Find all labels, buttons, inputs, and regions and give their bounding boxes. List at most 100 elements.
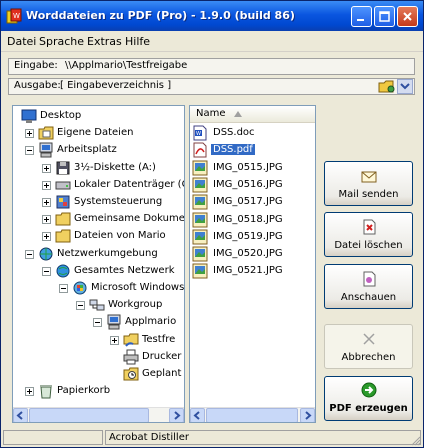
browse-output-folder-icon[interactable]: [378, 78, 396, 95]
column-header-name[interactable]: Name: [196, 108, 226, 119]
file-name: IMG_0516.JPG: [213, 178, 283, 190]
file-scroll-thumb[interactable]: [206, 408, 298, 422]
close-button[interactable]: [397, 6, 418, 27]
tree-item[interactable]: Testfre: [13, 332, 184, 348]
tree-item-label: Applmario: [125, 316, 177, 328]
output-path-value: [ Eingabeverzeichnis ]: [60, 80, 172, 91]
windows-network-icon: [73, 281, 87, 295]
tree-item[interactable]: Desktop: [13, 108, 184, 124]
arrow-left-icon: [193, 411, 200, 420]
file-scroll-right-button[interactable]: [300, 408, 315, 422]
view-file-button[interactable]: Anschauen: [324, 264, 413, 309]
tree-item[interactable]: Papierkorb: [13, 383, 184, 399]
cancel-label: Abbrechen: [341, 352, 396, 363]
file-row[interactable]: IMG_0518.JPG: [192, 212, 307, 228]
menu-extras[interactable]: Extras: [87, 35, 122, 48]
expand-plus-icon[interactable]: [25, 129, 34, 139]
menu-sprache[interactable]: Sprache: [39, 35, 84, 48]
file-scroll-left-button[interactable]: [190, 408, 205, 422]
tree-scroll-thumb[interactable]: [29, 408, 149, 422]
tree-item[interactable]: Workgroup: [13, 297, 184, 313]
tree-item[interactable]: 3½-Diskette (A:): [13, 160, 184, 176]
delete-file-icon: [363, 219, 376, 235]
input-path-row: Eingabe: \\Applmario\Testfreigabe: [8, 58, 415, 75]
menu-hilfe[interactable]: Hilfe: [125, 35, 150, 48]
file-row[interactable]: W DSS.doc: [192, 125, 307, 141]
menu-datei[interactable]: Datei: [7, 35, 36, 48]
file-horizontal-scrollbar[interactable]: [190, 407, 315, 422]
tree-item[interactable]: Arbeitsplatz: [13, 142, 184, 158]
chevron-down-icon: [400, 83, 410, 90]
tree-item[interactable]: Microsoft Windows-: [13, 280, 184, 296]
delete-file-button[interactable]: Datei löschen: [324, 212, 413, 257]
tree-item[interactable]: Lokaler Datenträger (C: [13, 177, 184, 193]
tree-item[interactable]: Eigene Dateien: [13, 125, 184, 141]
collapse-minus-icon[interactable]: [93, 318, 102, 328]
status-printer-text: Acrobat Distiller: [109, 432, 189, 443]
collapse-minus-icon[interactable]: [76, 301, 85, 311]
file-row[interactable]: IMG_0517.JPG: [192, 194, 307, 210]
expand-plus-icon[interactable]: [42, 163, 51, 173]
create-pdf-button[interactable]: PDF erzeugen: [324, 376, 413, 421]
view-document-icon: [363, 271, 376, 287]
tree-item[interactable]: Drucker: [13, 349, 184, 365]
file-list-header[interactable]: Name: [190, 106, 315, 123]
window-title: Worddateien zu PDF (Pro) - 1.9.0 (build …: [26, 9, 295, 22]
maximize-button[interactable]: [374, 6, 395, 27]
status-bar: Acrobat Distiller: [1, 429, 423, 447]
floppy-icon: [56, 161, 70, 175]
file-row[interactable]: DSS.pdf: [192, 142, 307, 158]
output-path-row: Ausgabe: [ Eingabeverzeichnis ]: [8, 78, 415, 95]
file-name: IMG_0515.JPG: [213, 161, 283, 173]
create-pdf-label: PDF erzeugen: [329, 403, 408, 414]
cancel-button[interactable]: Abbrechen: [324, 324, 413, 369]
file-list[interactable]: Name W DSS.doc DSS.pdf IMG_0515.JPG IMG_0516…: [189, 105, 316, 423]
tree-item[interactable]: Systemsteuerung: [13, 194, 184, 210]
jpg-icon: [192, 212, 208, 227]
file-row[interactable]: IMG_0521.JPG: [192, 263, 307, 279]
title-bar[interactable]: W Worddateien zu PDF (Pro) - 1.9.0 (buil…: [1, 1, 423, 31]
tree-item[interactable]: Geplant: [13, 366, 184, 382]
tree-item[interactable]: Gemeinsame Dokumer: [13, 211, 184, 227]
status-cell-printer: Acrobat Distiller: [105, 430, 421, 445]
tree-item[interactable]: Netzwerkumgebung: [13, 246, 184, 262]
scroll-left-button[interactable]: [13, 408, 28, 422]
tree-item[interactable]: Applmario: [13, 314, 184, 330]
scroll-right-button[interactable]: [169, 408, 184, 422]
file-row[interactable]: IMG_0515.JPG: [192, 160, 307, 176]
expand-plus-icon[interactable]: [42, 198, 51, 207]
collapse-minus-icon[interactable]: [42, 266, 51, 276]
collapse-minus-icon[interactable]: [59, 284, 68, 293]
file-row[interactable]: IMG_0519.JPG: [192, 229, 307, 245]
minimize-button[interactable]: [351, 6, 372, 27]
close-icon: [403, 12, 412, 21]
file-name: DSS.pdf: [211, 144, 255, 156]
expand-plus-icon[interactable]: [42, 180, 51, 190]
resize-grip-icon[interactable]: [409, 434, 421, 446]
tree-horizontal-scrollbar[interactable]: [13, 407, 184, 422]
output-dropdown-button[interactable]: [397, 79, 413, 94]
shared-folder-icon: [123, 333, 139, 347]
file-row[interactable]: IMG_0520.JPG: [192, 246, 307, 262]
tree-item-label: Lokaler Datenträger (C: [74, 178, 185, 190]
file-row[interactable]: IMG_0516.JPG: [192, 177, 307, 193]
jpg-icon: [192, 160, 208, 176]
collapse-minus-icon[interactable]: [25, 146, 34, 156]
collapse-minus-icon[interactable]: [25, 249, 34, 259]
file-name: IMG_0521.JPG: [213, 265, 283, 277]
expand-plus-icon[interactable]: [42, 215, 51, 225]
mail-send-label: Mail senden: [338, 189, 399, 200]
workgroup-icon: [89, 299, 105, 311]
output-label: Ausgabe:: [14, 80, 61, 91]
expand-plus-icon[interactable]: [25, 387, 34, 397]
tree-item[interactable]: Gesamtes Netzwerk: [13, 263, 184, 279]
folder-tree[interactable]: Desktop Eigene Dateien Arbeitsplatz 3½-Disk…: [12, 105, 185, 423]
tree-item-label: Testfre: [142, 333, 176, 345]
svg-text:W: W: [13, 12, 20, 20]
mail-send-button[interactable]: Mail senden: [324, 161, 413, 206]
arrow-right-icon: [305, 411, 312, 420]
expand-plus-icon[interactable]: [110, 335, 119, 345]
expand-plus-icon[interactable]: [42, 232, 51, 242]
tree-item[interactable]: Dateien von Mario: [13, 228, 184, 244]
network-icon: [39, 247, 53, 261]
